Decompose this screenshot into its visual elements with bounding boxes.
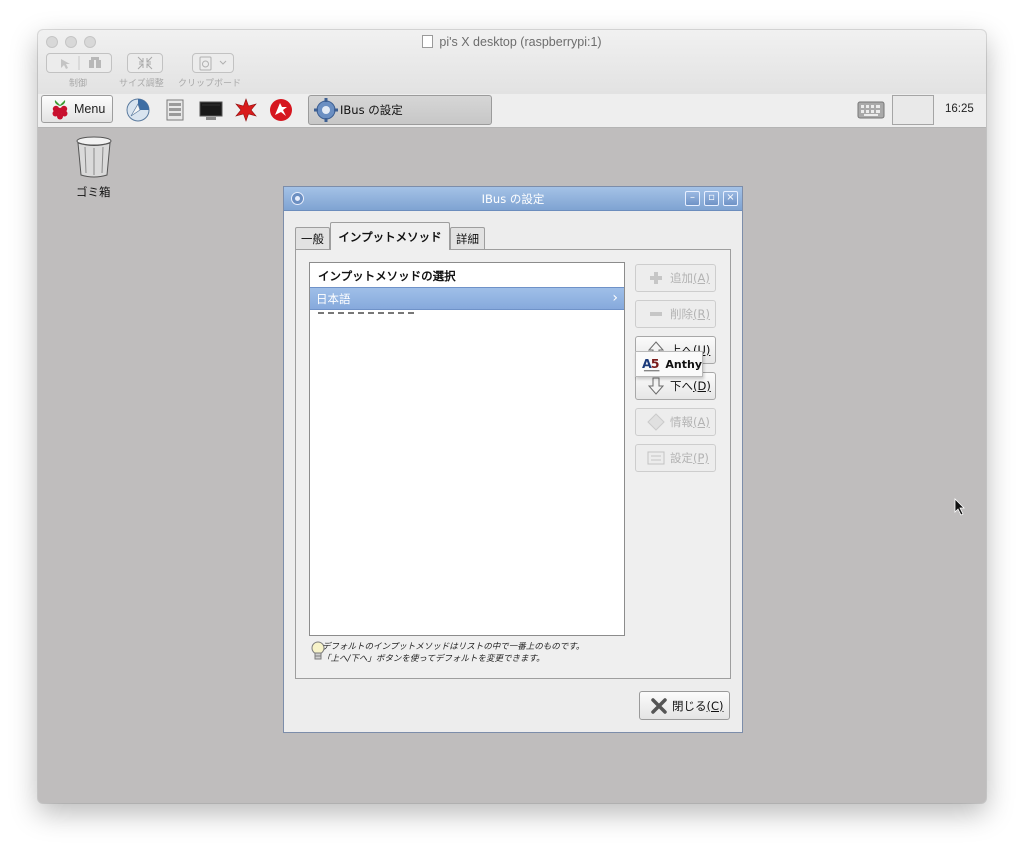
dropdown-shadow-text [318, 312, 418, 314]
lxde-panel: Menu IBus の設定 16:25 [38, 94, 986, 128]
control-button[interactable] [46, 53, 112, 73]
clipboard-icon [199, 56, 227, 71]
anthy-icon: A 5 [642, 356, 660, 372]
gear-icon [314, 98, 338, 122]
preferences-button[interactable]: 設定 (P) [635, 444, 716, 472]
keyboard-icon[interactable] [857, 97, 885, 123]
clock[interactable]: 16:25 [945, 103, 974, 115]
clipboard-button[interactable] [192, 53, 234, 73]
minimize-button[interactable]: – [685, 191, 700, 206]
dialog-title: IBus の設定 [481, 192, 545, 206]
hint-line-1: デフォルトのインプットメソッドはリストの中で一番上のものです。 [322, 642, 585, 652]
preferences-icon [646, 448, 666, 468]
input-method-list[interactable]: インプットメソッドの選択 日本語 › [309, 262, 625, 636]
taskbar-label: IBus の設定 [340, 103, 403, 117]
add-label: 追加 [670, 271, 693, 285]
close-mnemonic: (C) [706, 698, 724, 713]
svg-text:5: 5 [651, 356, 660, 371]
about-mnemonic: (A) [693, 415, 710, 429]
input-method-panel: インプットメソッドの選択 日本語 › A 5 Anthy 追加 (A) 削除 (… [295, 249, 731, 679]
ibus-settings-dialog: IBus の設定 – ▫ × 一般 インプットメソッド 詳細 インプットメソッド… [283, 186, 743, 733]
move-down-label: 下へ [670, 379, 693, 393]
anthy-label: Anthy [665, 357, 702, 371]
window-title: pi's X desktop (raspberrypi:1) [38, 35, 986, 49]
control-label: 制御 [69, 79, 88, 89]
hint-line-2: 「上へ/下へ」ボタンを使ってデフォルトを変更できます。 [322, 654, 545, 664]
tab-advanced[interactable]: 詳細 [450, 227, 485, 249]
close-button[interactable]: × [723, 191, 738, 206]
info-icon [646, 412, 666, 432]
document-icon [422, 35, 434, 48]
close-label: 閉じる [672, 698, 707, 713]
close-x-icon [650, 697, 668, 715]
vnc-window: pi's X desktop (raspberrypi:1) 制御 サイズ調整 [38, 30, 986, 803]
close-dialog-button[interactable]: 閉じる (C) [639, 691, 730, 720]
tab-input-method[interactable]: インプットメソッド [330, 222, 450, 250]
about-button[interactable]: 情報 (A) [635, 408, 716, 436]
browser-icon[interactable] [126, 98, 150, 122]
dialog-titlebar[interactable]: IBus の設定 – ▫ × [284, 187, 742, 211]
cpu-monitor[interactable] [892, 95, 934, 125]
window-title-text: pi's X desktop (raspberrypi:1) [439, 35, 602, 49]
language-dropdown-item[interactable]: 日本語 › [310, 287, 624, 310]
add-mnemonic: (A) [693, 271, 710, 285]
remove-button[interactable]: 削除 (R) [635, 300, 716, 328]
tab-general[interactable]: 一般 [295, 227, 330, 249]
mathematica-icon[interactable] [234, 98, 258, 122]
add-button[interactable]: 追加 (A) [635, 264, 716, 292]
trash-label: ゴミ箱 [76, 185, 111, 199]
hint-text: デフォルトのインプットメソッドはリストの中で一番上のものです。 「上へ/下へ」ボ… [322, 641, 662, 665]
list-header: インプットメソッドの選択 [318, 269, 456, 283]
terminal-icon[interactable] [199, 98, 223, 122]
menu-label: Menu [74, 102, 106, 116]
resize-label: サイズ調整 [119, 79, 164, 89]
preferences-mnemonic: (P) [693, 451, 709, 465]
taskbar-ibus-settings[interactable]: IBus の設定 [308, 95, 492, 125]
mouse-cursor-icon [954, 498, 965, 516]
menu-button[interactable]: Menu [41, 95, 113, 123]
file-manager-icon[interactable] [163, 98, 187, 122]
remove-mnemonic: (R) [693, 307, 710, 321]
preferences-label: 設定 [670, 451, 693, 465]
arrow-down-icon [646, 376, 666, 396]
mac-titlebar[interactable]: pi's X desktop (raspberrypi:1) 制御 サイズ調整 [38, 30, 986, 95]
move-down-mnemonic: (D) [693, 379, 711, 393]
maximize-button[interactable]: ▫ [704, 191, 719, 206]
about-label: 情報 [670, 415, 693, 429]
wolfram-icon[interactable] [269, 98, 293, 122]
plus-icon [646, 268, 666, 288]
resize-button[interactable] [127, 53, 163, 73]
language-label: 日本語 [316, 291, 351, 306]
anthy-menu-item[interactable]: A 5 Anthy [635, 351, 703, 377]
minus-icon [646, 304, 666, 324]
clipboard-label: クリップボード [178, 79, 242, 89]
resize-icon [137, 56, 153, 70]
remove-label: 削除 [670, 307, 693, 321]
control-icon [61, 56, 101, 70]
trash-icon[interactable] [74, 135, 114, 179]
raspberry-icon [52, 100, 68, 120]
chevron-right-icon: › [612, 290, 618, 306]
